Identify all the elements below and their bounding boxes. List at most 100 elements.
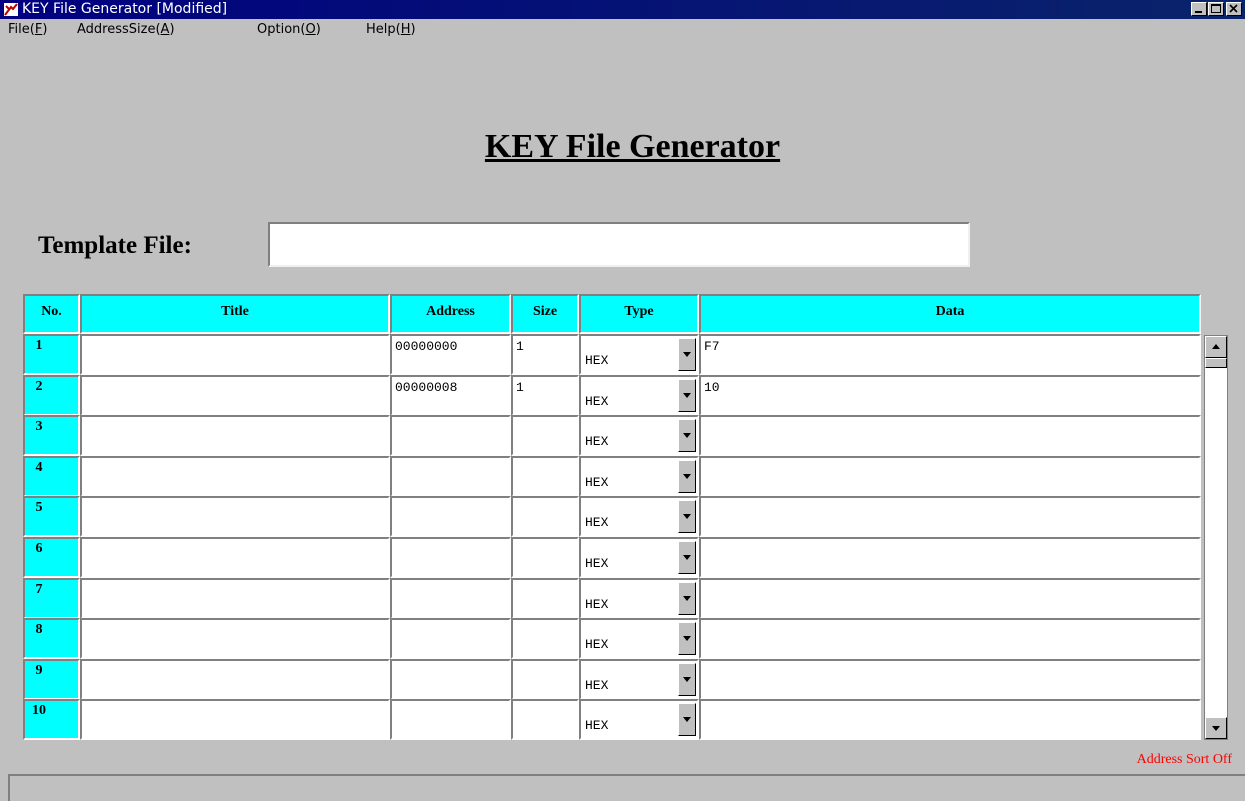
type-select[interactable]: HEX	[579, 699, 699, 741]
size-field[interactable]: 1	[511, 334, 579, 375]
title-field[interactable]	[80, 618, 390, 660]
scroll-up-button[interactable]	[1205, 336, 1227, 358]
size-field[interactable]	[511, 496, 579, 538]
menu-file[interactable]: File(F)	[8, 19, 47, 41]
data-field[interactable]	[699, 618, 1201, 660]
data-field[interactable]	[699, 658, 1201, 700]
chevron-down-icon	[683, 595, 691, 601]
type-select[interactable]: HEX	[579, 577, 699, 619]
chevron-down-icon	[683, 514, 691, 520]
row-number: 3	[23, 415, 80, 457]
header-no: No.	[23, 294, 80, 334]
address-field[interactable]	[390, 577, 511, 619]
title-field[interactable]	[80, 374, 390, 416]
address-field[interactable]	[390, 658, 511, 700]
row-number: 8	[23, 618, 80, 660]
type-select[interactable]: HEX	[579, 537, 699, 578]
row-number-label: 8	[35, 622, 43, 638]
address-field[interactable]	[390, 699, 511, 741]
key-table: No. Title Address Size Type Data 1 000000…	[23, 294, 1201, 741]
row-number-label: 6	[35, 541, 43, 556]
scroll-thumb[interactable]	[1205, 358, 1227, 368]
size-field[interactable]	[511, 618, 579, 660]
type-value: HEX	[585, 353, 609, 368]
type-dropdown-button[interactable]	[678, 500, 696, 534]
status-bar	[8, 774, 1245, 801]
row-number: 2	[23, 374, 80, 416]
data-field[interactable]	[699, 496, 1201, 538]
size-field[interactable]	[511, 658, 579, 700]
title-field[interactable]	[80, 577, 390, 619]
chevron-down-icon	[683, 717, 691, 723]
menu-address-size[interactable]: AddressSize(A)	[77, 19, 175, 41]
address-field[interactable]	[390, 415, 511, 457]
chevron-down-icon	[683, 676, 691, 682]
row-number-label: 7	[35, 581, 43, 597]
row-number: 7	[23, 577, 80, 619]
menu-option[interactable]: Option(O)	[257, 19, 321, 41]
type-dropdown-button[interactable]	[678, 581, 696, 615]
type-select[interactable]: HEX	[579, 658, 699, 700]
title-field[interactable]	[80, 699, 390, 741]
template-file-input[interactable]	[268, 222, 970, 267]
type-dropdown-button[interactable]	[678, 378, 696, 412]
title-field[interactable]	[80, 455, 390, 497]
row-number-label: 9	[35, 662, 43, 678]
data-field[interactable]	[699, 577, 1201, 619]
app-icon	[4, 3, 18, 16]
menu-help[interactable]: Help(H)	[366, 19, 416, 41]
address-sort-status: Address Sort Off	[1136, 752, 1232, 767]
type-value: HEX	[585, 515, 609, 531]
title-field[interactable]	[80, 537, 390, 578]
data-field[interactable]	[699, 455, 1201, 497]
type-select[interactable]: HEX	[579, 415, 699, 457]
size-field[interactable]	[511, 537, 579, 578]
type-select[interactable]: HEX	[579, 374, 699, 416]
data-field[interactable]: F7	[699, 334, 1201, 375]
size-field[interactable]	[511, 415, 579, 457]
row-number-label: 1	[35, 338, 43, 353]
type-dropdown-button[interactable]	[678, 541, 696, 574]
type-dropdown-button[interactable]	[678, 703, 696, 737]
size-field[interactable]: 1	[511, 374, 579, 416]
type-select[interactable]: HEX	[579, 496, 699, 538]
title-field[interactable]	[80, 415, 390, 457]
type-value: HEX	[585, 474, 609, 490]
menu-bar: File(F) AddressSize(A) Option(O) Help(H)	[0, 19, 1245, 41]
type-dropdown-button[interactable]	[678, 338, 696, 371]
size-field[interactable]	[511, 699, 579, 741]
address-field[interactable]	[390, 455, 511, 497]
close-button[interactable]	[1226, 2, 1242, 16]
scroll-down-icon	[1212, 726, 1220, 731]
size-field[interactable]	[511, 577, 579, 619]
address-field[interactable]	[390, 537, 511, 578]
size-field[interactable]	[511, 455, 579, 497]
type-dropdown-button[interactable]	[678, 662, 696, 696]
row-number: 6	[23, 537, 80, 578]
type-value: HEX	[585, 434, 609, 450]
data-field[interactable]: 10	[699, 374, 1201, 416]
address-field[interactable]: 00000000	[390, 334, 511, 375]
type-select[interactable]: HEX	[579, 618, 699, 660]
page-heading: KEY File Generator	[484, 128, 781, 165]
data-field[interactable]	[699, 699, 1201, 741]
type-select[interactable]: HEX	[579, 455, 699, 497]
data-field[interactable]	[699, 415, 1201, 457]
vertical-scrollbar[interactable]	[1204, 335, 1228, 740]
type-dropdown-button[interactable]	[678, 419, 696, 453]
maximize-button[interactable]	[1208, 2, 1224, 16]
address-field[interactable]	[390, 496, 511, 538]
row-number-label: 2	[35, 378, 43, 394]
address-field[interactable]: 00000008	[390, 374, 511, 416]
type-dropdown-button[interactable]	[678, 622, 696, 656]
scroll-down-button[interactable]	[1205, 717, 1227, 739]
address-field[interactable]	[390, 618, 511, 660]
minimize-button[interactable]	[1191, 2, 1207, 16]
title-field[interactable]	[80, 658, 390, 700]
title-field[interactable]	[80, 334, 390, 375]
type-dropdown-button[interactable]	[678, 459, 696, 493]
scroll-up-icon	[1212, 344, 1220, 349]
title-field[interactable]	[80, 496, 390, 538]
type-select[interactable]: HEX	[579, 334, 699, 375]
data-field[interactable]	[699, 537, 1201, 578]
